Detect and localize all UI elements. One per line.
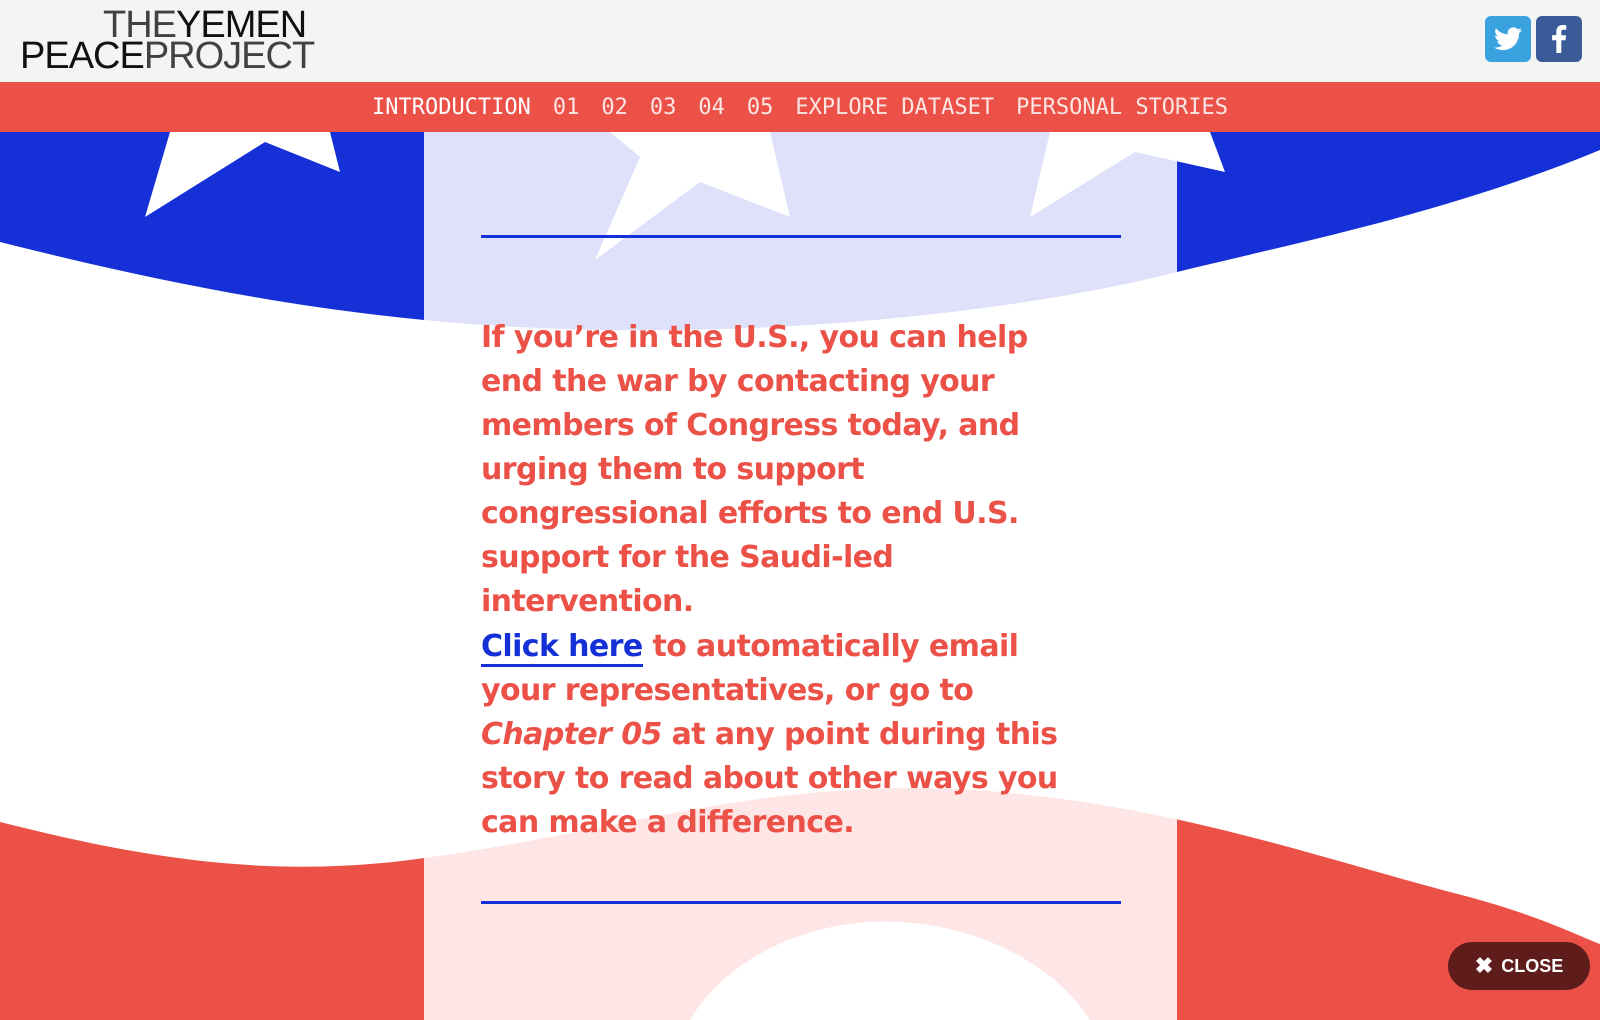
nav-item-02[interactable]: 02: [601, 95, 628, 120]
site-header: THEYEMEN PEACEPROJECT: [0, 0, 1600, 82]
chapter-nav: INTRODUCTION 01 02 03 04 05 EXPLORE DATA…: [0, 82, 1600, 132]
facebook-share-button[interactable]: [1536, 16, 1582, 62]
close-button-label: CLOSE: [1501, 955, 1564, 976]
nav-item-01[interactable]: 01: [553, 95, 580, 120]
logo-project: PROJECT: [143, 35, 315, 77]
nav-item-introduction[interactable]: INTRODUCTION: [372, 95, 531, 120]
nav-item-03[interactable]: 03: [650, 95, 677, 120]
bottom-divider: [481, 901, 1121, 904]
close-button[interactable]: ✖ CLOSE: [1448, 942, 1590, 990]
logo-peace: PEACE: [20, 35, 145, 77]
facebook-icon: [1552, 25, 1567, 53]
click-here-link[interactable]: Click here: [481, 629, 643, 667]
top-divider: [481, 235, 1121, 238]
nav-item-04[interactable]: 04: [698, 95, 725, 120]
main-content: If you’re in the U.S., you can help end …: [481, 132, 1121, 1020]
nav-item-explore-dataset[interactable]: EXPLORE DATASET: [795, 95, 994, 120]
email-representatives-paragraph: Click here to automatically email your r…: [481, 625, 1081, 845]
nav-item-personal-stories[interactable]: PERSONAL STORIES: [1016, 95, 1228, 120]
call-to-action-paragraph: If you’re in the U.S., you can help end …: [481, 320, 1028, 619]
twitter-share-button[interactable]: [1485, 16, 1531, 62]
close-icon: ✖: [1474, 953, 1494, 978]
page: THEYEMEN PEACEPROJECT INTRODUCTION 01 02…: [0, 0, 1600, 1020]
site-logo[interactable]: THEYEMEN PEACEPROJECT: [20, 6, 320, 75]
chapter-05-reference: Chapter 05: [481, 717, 662, 752]
nav-item-05[interactable]: 05: [747, 95, 774, 120]
twitter-icon: [1494, 27, 1522, 51]
